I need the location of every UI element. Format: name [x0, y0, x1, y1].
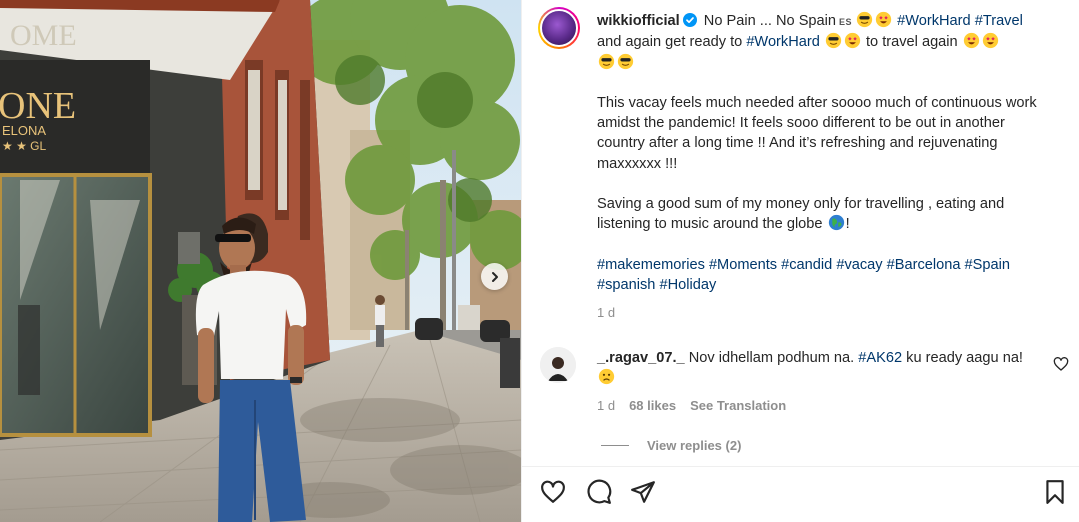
replies-divider — [601, 445, 629, 446]
verified-badge-icon — [682, 13, 697, 27]
share-icon[interactable] — [630, 479, 656, 505]
hashtag-candid[interactable]: #candid — [781, 257, 832, 273]
post-timestamp[interactable]: 1 d — [597, 305, 615, 320]
caption-paragraph-3-end: ! — [845, 216, 850, 233]
next-arrow-icon — [491, 271, 498, 282]
heart-eyes-emoji-icon — [982, 33, 998, 49]
sign-stars-text: ★ ★ GL — [2, 139, 47, 153]
sign-sub-text: ELONA — [2, 123, 46, 138]
caption-line1: No Pain ... No Spain — [703, 13, 837, 29]
author-username[interactable]: wikkiofficial — [597, 13, 680, 29]
author-avatar[interactable] — [538, 7, 580, 49]
cool-face-emoji-icon — [617, 53, 634, 69]
bookmark-icon[interactable] — [1042, 479, 1068, 505]
cool-face-emoji-icon — [825, 33, 842, 49]
post-photo: OME ONE ELONA ★ ★ GL — [0, 0, 521, 522]
comment-body-b: ku ready aagu na! — [906, 350, 1023, 366]
sign-main-text: ONE — [0, 85, 76, 127]
hashtag-workhard[interactable]: #WorkHard — [897, 13, 971, 29]
heart-eyes-emoji-icon — [963, 33, 979, 49]
post-details-panel: wikkiofficial No Pain ... No Spain ES #Wo… — [521, 0, 1079, 522]
globe-emoji-icon — [828, 215, 844, 231]
comment-timestamp[interactable]: 1 d — [597, 398, 615, 413]
post-actions-bar — [522, 466, 1079, 522]
cool-face-emoji-icon — [598, 53, 615, 69]
caption-line2-end: to travel again — [865, 34, 958, 51]
hashtag-moments[interactable]: #Moments — [709, 257, 777, 273]
hashtag-vacay[interactable]: #vacay — [836, 257, 882, 273]
hashtag-ak62[interactable]: #AK62 — [858, 350, 902, 366]
heart-eyes-emoji-icon — [875, 11, 892, 28]
heart-icon[interactable] — [540, 479, 566, 505]
comment-heart-icon[interactable] — [1053, 356, 1069, 372]
view-replies-label: View replies (2) — [647, 438, 742, 453]
caption-line2: and again get ready to — [597, 34, 743, 51]
caption-paragraph-2: This vacay feels much needed after soooo… — [597, 94, 1037, 172]
hashtag-spain[interactable]: #Spain — [965, 257, 1010, 273]
caption-paragraph-3: Saving a good sum of my money only for t… — [597, 196, 1005, 233]
comment-body-a: Nov idhellam podhum na. — [688, 350, 855, 366]
see-translation-link[interactable]: See Translation — [690, 398, 786, 413]
post-caption: wikkiofficial No Pain ... No Spain ES #Wo… — [597, 11, 1052, 295]
hashtag-workhard-2[interactable]: #WorkHard — [746, 34, 820, 50]
cool-face-emoji-icon — [856, 11, 873, 28]
hashtag-spanish[interactable]: #spanish — [597, 277, 655, 293]
sad-face-emoji-icon — [598, 369, 615, 385]
comment-text: _.ragav_07._ Nov idhellam podhum na. #AK… — [597, 348, 1032, 389]
comment-icon[interactable] — [586, 479, 612, 505]
sign-top-text: OME — [10, 19, 77, 52]
view-replies-button[interactable]: View replies (2) — [601, 438, 741, 453]
street-scene-image: OME ONE ELONA ★ ★ GL — [0, 0, 521, 522]
comment-likes[interactable]: 68 likes — [629, 398, 676, 413]
hashtag-makememories[interactable]: #makememories — [597, 257, 705, 273]
hashtag-list: #makememories #Moments #candid #vacay #B… — [597, 255, 1052, 296]
heart-eyes-emoji-icon — [844, 33, 861, 49]
hashtag-barcelona[interactable]: #Barcelona — [887, 257, 961, 273]
spain-flag: ES — [839, 17, 853, 27]
hashtag-holiday[interactable]: #Holiday — [659, 277, 716, 293]
next-photo-button[interactable] — [481, 263, 508, 290]
hashtag-travel[interactable]: #Travel — [975, 13, 1023, 29]
comment-meta: 1 d 68 likes See Translation — [597, 398, 786, 413]
commenter-avatar-image — [540, 347, 576, 383]
commenter-avatar[interactable] — [540, 347, 576, 383]
commenter-username[interactable]: _.ragav_07._ — [597, 350, 685, 366]
